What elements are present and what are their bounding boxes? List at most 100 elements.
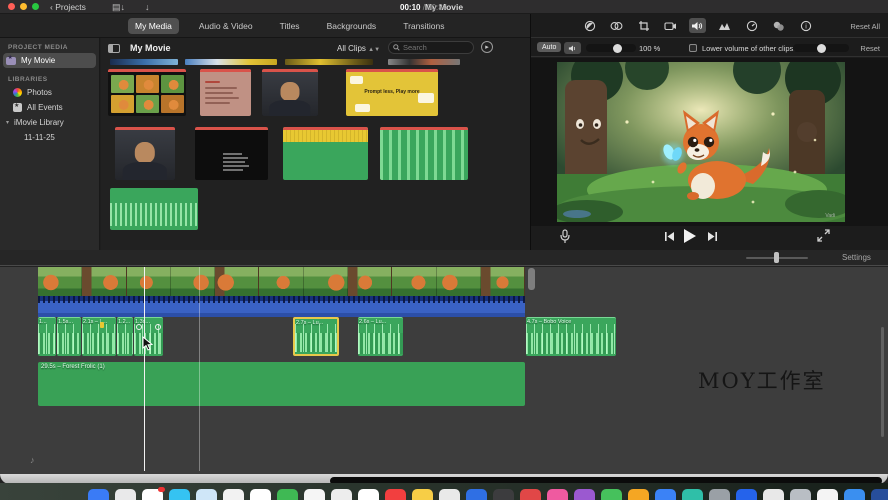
tab-my-media[interactable]: My Media bbox=[128, 17, 179, 34]
dock-app-icon[interactable] bbox=[385, 489, 406, 500]
dock-app-icon[interactable] bbox=[466, 489, 487, 500]
mute-button[interactable] bbox=[564, 42, 581, 54]
voiceover-mic-icon[interactable] bbox=[559, 229, 571, 245]
dock-app-icon[interactable] bbox=[142, 487, 165, 500]
search-input[interactable] bbox=[403, 43, 465, 52]
media-strip[interactable] bbox=[110, 59, 178, 65]
dock-app-icon[interactable] bbox=[628, 489, 649, 500]
dock-app-icon[interactable] bbox=[520, 489, 541, 500]
dock-app-icon[interactable] bbox=[493, 489, 514, 500]
dock-app-icon[interactable] bbox=[412, 489, 433, 500]
dock-app-icon[interactable] bbox=[844, 489, 865, 500]
dock-app-icon[interactable] bbox=[547, 489, 568, 500]
media-thumbnail-audio-yellow[interactable] bbox=[283, 127, 368, 180]
tab-backgrounds[interactable]: Backgrounds bbox=[320, 18, 384, 34]
reset-all-button[interactable]: Reset All bbox=[850, 22, 880, 31]
media-thumbnail-screen-recording[interactable] bbox=[195, 127, 268, 180]
tab-audio-video[interactable]: Audio & Video bbox=[192, 18, 260, 34]
volume-icon[interactable] bbox=[689, 18, 706, 33]
clip-filter-dropdown[interactable]: All Clips ▲▼ bbox=[337, 44, 380, 53]
dock-app-icon[interactable] bbox=[817, 489, 838, 500]
sidebar-item-imovie-library[interactable]: ▾ iMovie Library bbox=[0, 115, 99, 130]
fade-handle[interactable] bbox=[136, 324, 142, 330]
sidebar-item-event-date[interactable]: 11-11-25 bbox=[0, 130, 99, 145]
audio-clip[interactable]: 2.7s – Lu... bbox=[293, 317, 339, 356]
dock-app-icon[interactable] bbox=[250, 489, 271, 500]
fullscreen-icon[interactable] bbox=[817, 229, 830, 242]
dock-app-icon[interactable] bbox=[709, 489, 730, 500]
dock-app-icon[interactable] bbox=[88, 489, 109, 500]
media-thumbnail-webcam-2[interactable] bbox=[115, 127, 175, 180]
clip-trim-handle[interactable] bbox=[528, 268, 535, 290]
speed-icon[interactable] bbox=[743, 18, 760, 33]
dock-app-icon[interactable] bbox=[169, 489, 190, 500]
media-strip[interactable] bbox=[388, 59, 460, 65]
media-thumbnail-document[interactable] bbox=[200, 69, 251, 116]
media-thumbnail-slide[interactable]: Prompt less, Play more bbox=[346, 69, 438, 116]
tab-transitions[interactable]: Transitions bbox=[396, 18, 451, 34]
dock-app-icon[interactable] bbox=[223, 489, 244, 500]
playhead[interactable] bbox=[144, 267, 145, 471]
dock-app-icon[interactable] bbox=[736, 489, 757, 500]
background-music-clip[interactable]: 29.5s – Forest Frolic (1) bbox=[38, 362, 525, 406]
media-strip[interactable] bbox=[285, 59, 373, 65]
dock-app-icon[interactable] bbox=[682, 489, 703, 500]
audio-waveform bbox=[38, 323, 56, 354]
color-balance-icon[interactable] bbox=[581, 18, 598, 33]
media-thumbnail-fox-grid[interactable] bbox=[108, 69, 186, 116]
sidebar-item-all-events[interactable]: All Events bbox=[0, 100, 99, 115]
volume-slider[interactable] bbox=[586, 44, 636, 52]
reset-button[interactable]: Reset bbox=[860, 44, 880, 53]
chevron-down-icon[interactable]: ▾ bbox=[6, 119, 9, 126]
color-correction-icon[interactable] bbox=[608, 18, 625, 33]
volume-slider-thumb[interactable] bbox=[613, 43, 622, 53]
fade-handle[interactable] bbox=[155, 324, 161, 330]
vertical-scrollbar[interactable] bbox=[881, 327, 884, 437]
clip-filter-icon[interactable] bbox=[770, 18, 787, 33]
auto-volume-button[interactable]: Auto bbox=[537, 42, 562, 52]
stabilization-icon[interactable] bbox=[662, 18, 679, 33]
terminal-line bbox=[222, 165, 249, 167]
dock-app-icon[interactable] bbox=[763, 489, 784, 500]
noise-reduction-icon[interactable] bbox=[716, 18, 733, 33]
audio-clip[interactable]: 4.7s – Bobo Voice bbox=[526, 317, 616, 356]
media-thumbnail-audio-green[interactable] bbox=[110, 188, 198, 230]
sidebar-toggle-icon[interactable] bbox=[108, 43, 120, 53]
info-icon[interactable]: i bbox=[797, 18, 814, 33]
sidebar-item-my-movie[interactable]: My Movie bbox=[3, 53, 96, 68]
lower-volume-slider-thumb[interactable] bbox=[817, 43, 826, 53]
next-frame-icon[interactable] bbox=[707, 231, 718, 242]
audio-clip[interactable]: 1.5s... bbox=[57, 317, 81, 356]
dock-app-icon[interactable] bbox=[655, 489, 676, 500]
media-strip[interactable] bbox=[185, 59, 277, 65]
search-box[interactable] bbox=[388, 41, 474, 54]
dock-app-icon[interactable] bbox=[871, 489, 888, 500]
dock-app-icon[interactable] bbox=[277, 489, 298, 500]
dock-app-icon[interactable] bbox=[574, 489, 595, 500]
audio-clip[interactable]: 1... bbox=[38, 317, 56, 356]
play-icon[interactable] bbox=[683, 228, 697, 244]
video-audio-track[interactable] bbox=[38, 296, 525, 317]
audio-clip[interactable]: 1.2... bbox=[117, 317, 133, 356]
dock-app-icon[interactable] bbox=[358, 489, 379, 500]
video-clip-filmstrip[interactable] bbox=[38, 267, 525, 296]
sidebar-item-photos[interactable]: Photos bbox=[0, 85, 99, 100]
lower-volume-checkbox[interactable] bbox=[689, 44, 697, 52]
dock-app-icon[interactable] bbox=[304, 489, 325, 500]
timeline-zoom-thumb[interactable] bbox=[774, 252, 779, 263]
media-thumbnail-webcam-1[interactable] bbox=[262, 69, 318, 116]
autoplay-icon[interactable]: ▸ bbox=[481, 41, 493, 53]
audio-clip[interactable]: 2.6s – Lu... bbox=[358, 317, 403, 356]
dock-app-icon[interactable] bbox=[601, 489, 622, 500]
dock-app-icon[interactable] bbox=[196, 489, 217, 500]
dock-app-icon[interactable] bbox=[790, 489, 811, 500]
crop-icon[interactable] bbox=[635, 18, 652, 33]
audio-clip[interactable]: 2.1s – L... bbox=[82, 317, 116, 356]
media-thumbnail-audio-spikes[interactable] bbox=[380, 127, 468, 180]
dock-app-icon[interactable] bbox=[439, 489, 460, 500]
previous-frame-icon[interactable] bbox=[664, 231, 675, 242]
dock-app-icon[interactable] bbox=[115, 489, 136, 500]
tab-titles[interactable]: Titles bbox=[273, 18, 307, 34]
timeline-settings-button[interactable]: Settings bbox=[842, 253, 871, 262]
dock-app-icon[interactable] bbox=[331, 489, 352, 500]
